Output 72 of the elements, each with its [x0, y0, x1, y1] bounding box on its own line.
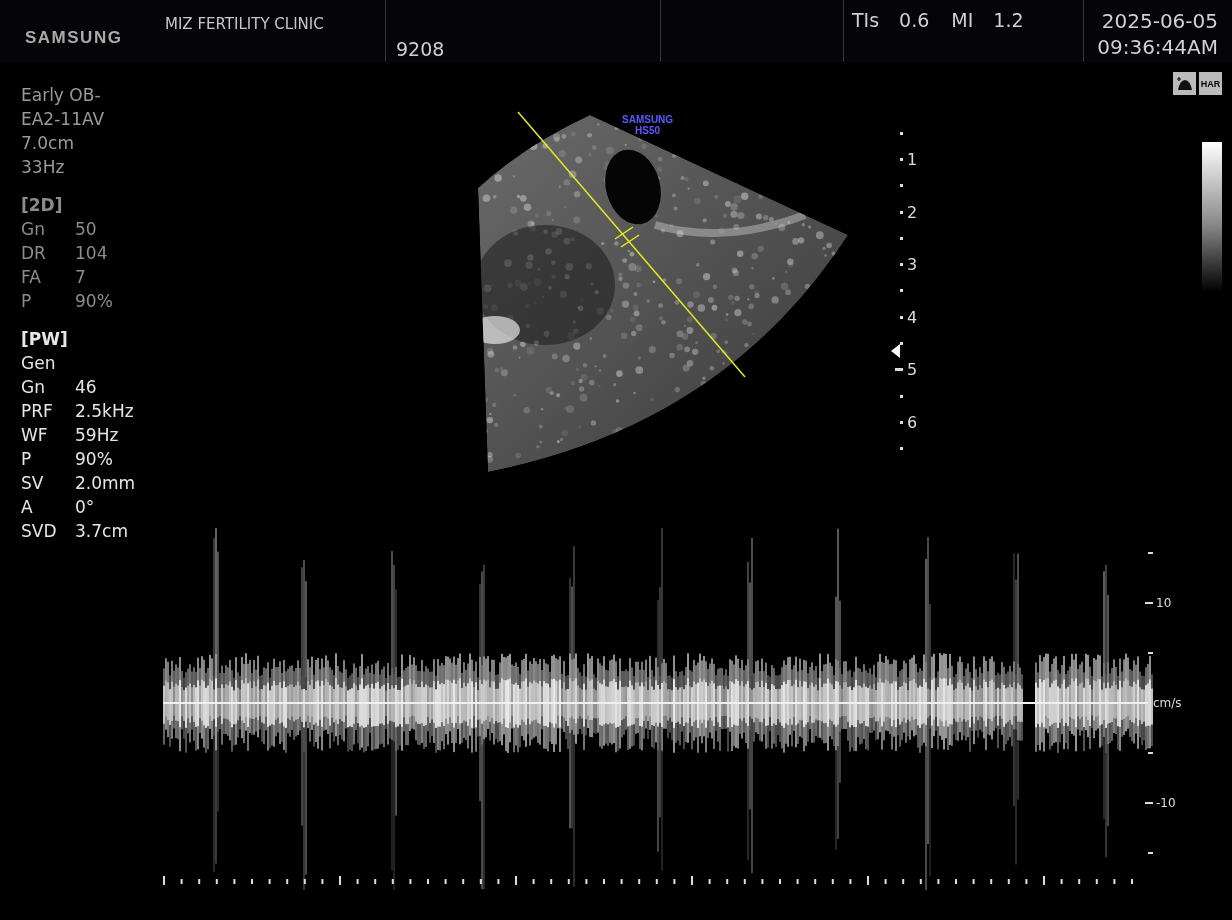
velocity-tick — [1148, 652, 1153, 654]
index-label: TIs — [852, 9, 880, 31]
patient-id: 9208 — [396, 38, 445, 61]
index-value: 1.2 — [993, 9, 1024, 31]
velocity-tick — [1145, 802, 1153, 804]
section-title: [PW] — [21, 328, 68, 351]
focus-marker-icon — [891, 344, 900, 358]
section-title: [2D] — [21, 194, 63, 217]
depth-label: 3 — [907, 255, 918, 275]
param-label: FA — [21, 266, 42, 289]
probe-info: 7.0cm — [21, 132, 74, 155]
velocity-unit: cm/s — [1153, 696, 1182, 710]
depth-label: 4 — [907, 307, 918, 327]
param-value: 0° — [75, 496, 95, 519]
velocity-label: 10 — [1156, 596, 1172, 610]
depth-tick — [900, 342, 903, 345]
velocity-tick — [1148, 552, 1153, 554]
velocity-tick — [1148, 752, 1153, 754]
overlay-brand: SAMSUNG — [622, 114, 674, 125]
depth-tick — [900, 184, 903, 188]
depth-tick — [900, 289, 903, 293]
param-label: Gn — [21, 218, 46, 241]
brand-logo: SAMSUNG — [25, 28, 123, 48]
probe-info: Early OB- — [21, 84, 101, 107]
probe-info: 33Hz — [21, 156, 65, 179]
exam-date: 2025-06-05 — [1101, 8, 1218, 34]
param-label: SV — [21, 472, 45, 495]
param-value: 3.7cm — [75, 520, 128, 543]
velocity-label: -10 — [1156, 796, 1176, 810]
param-value: 50 — [75, 218, 97, 241]
index-value: 0.6 — [899, 9, 930, 31]
depth-tick — [900, 236, 903, 240]
clinic-name: MIZ FERTILITY CLINIC — [165, 15, 324, 34]
param-label: P — [21, 290, 33, 313]
param-value: 7 — [75, 266, 86, 289]
param-label: A — [21, 496, 34, 519]
overlay-model: HS50 — [635, 125, 661, 136]
depth-tick — [900, 263, 903, 267]
param-label: SVD — [21, 520, 58, 543]
velocity-tick — [1145, 602, 1153, 604]
param-label: PRF — [21, 400, 54, 423]
doppler-cursor-line[interactable] — [517, 111, 746, 378]
depth-tick — [900, 447, 903, 451]
har-badge[interactable]: HAR — [1199, 72, 1222, 95]
probe-info: EA2-11AV — [21, 108, 105, 131]
param-value: 59Hz — [75, 424, 119, 447]
param-value: 104 — [75, 242, 108, 265]
param-value: 90% — [75, 448, 113, 471]
param-label: Gen — [21, 352, 57, 375]
param-value: 46 — [75, 376, 97, 399]
depth-tick — [900, 210, 903, 214]
depth-label: 6 — [907, 412, 918, 432]
depth-label: 1 — [907, 149, 918, 169]
param-label: Gn — [21, 376, 46, 399]
depth-tick — [900, 394, 903, 398]
depth-tick — [900, 131, 903, 135]
param-value: 2.0mm — [75, 472, 136, 495]
depth-tick — [895, 368, 903, 372]
index-label: MI — [951, 9, 974, 31]
depth-label: 5 — [907, 360, 918, 380]
param-label: P — [21, 448, 33, 471]
depth-label: 2 — [907, 202, 918, 222]
probe-add-icon[interactable] — [1173, 72, 1196, 95]
depth-tick — [900, 315, 903, 319]
exam-time: 09:36:44AM — [1097, 34, 1218, 60]
depth-tick — [900, 157, 903, 161]
param-value: 2.5kHz — [75, 400, 134, 423]
velocity-tick — [1148, 852, 1153, 854]
depth-tick — [900, 420, 903, 424]
param-label: DR — [21, 242, 47, 265]
param-value: 90% — [75, 290, 113, 313]
param-label: WF — [21, 424, 49, 447]
